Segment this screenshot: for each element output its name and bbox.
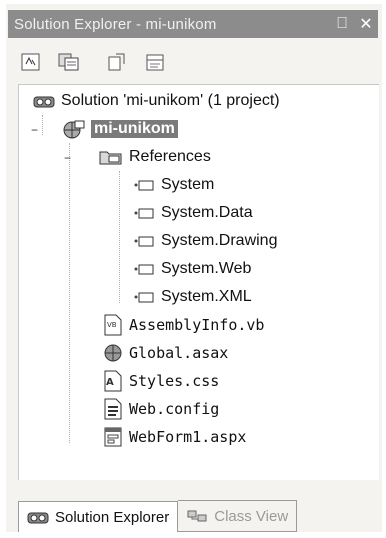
file-label: WebForm1.aspx [129, 428, 247, 446]
tree-item-references[interactable]: References [99, 145, 211, 169]
properties-icon [146, 54, 164, 71]
reference-label: System [161, 176, 215, 193]
collapse-icon[interactable]: − [64, 152, 74, 164]
tree-item-file[interactable]: Global.asax [103, 341, 228, 365]
tree-item-file[interactable]: VB AssemblyInfo.vb [103, 313, 264, 337]
svg-text:A: A [106, 377, 114, 388]
project-label: mi-unikom [91, 120, 178, 138]
tree-item-reference[interactable]: System.XML [133, 285, 252, 309]
vb-file-icon: VB [104, 314, 122, 336]
reference-icon [134, 236, 154, 247]
tree-item-reference[interactable]: System.Web [133, 257, 251, 281]
reference-label: System.XML [161, 288, 252, 305]
pin-icon[interactable]: ⎕ [330, 15, 354, 33]
tree-item-reference[interactable]: System.Data [133, 201, 253, 225]
tree-item-file[interactable]: WebForm1.aspx [103, 425, 246, 449]
view-code-button[interactable] [104, 50, 130, 74]
show-all-files-button[interactable] [56, 50, 82, 74]
tree-item-file[interactable]: A Styles.css [103, 369, 219, 393]
tab-label: Solution Explorer [55, 508, 170, 526]
tab-label: Class View [214, 507, 289, 525]
global-asax-icon [104, 344, 122, 362]
toolbar [18, 46, 168, 78]
tab-solution-explorer[interactable]: Solution Explorer [18, 501, 179, 532]
reference-icon [134, 292, 154, 303]
css-file-icon: A [104, 370, 122, 392]
web-project-icon [63, 120, 85, 139]
references-folder-icon [99, 151, 122, 165]
tree-line [69, 143, 70, 443]
properties-button[interactable] [142, 50, 168, 74]
file-label: Web.config [129, 400, 220, 418]
tree-item-reference[interactable]: System [133, 173, 214, 197]
reference-icon [134, 208, 154, 219]
tree-item-file[interactable]: Web.config [103, 397, 219, 421]
reference-label: System.Data [161, 204, 253, 221]
collapse-icon[interactable]: − [31, 124, 41, 136]
close-icon[interactable]: ✕ [354, 14, 378, 34]
config-file-icon [104, 398, 122, 420]
solution-icon [33, 96, 55, 108]
tree-item-solution[interactable]: Solution 'mi-unikom' (1 project) [33, 89, 280, 113]
file-label: Styles.css [129, 372, 220, 390]
refresh-icon [21, 53, 40, 71]
tab-class-view[interactable]: Class View [178, 500, 298, 532]
reference-icon [134, 264, 154, 275]
refresh-button[interactable] [18, 50, 44, 74]
tree-item-project[interactable]: mi-unikom [63, 117, 178, 141]
show-all-files-icon [58, 53, 79, 71]
solution-label: Solution 'mi-unikom' (1 project) [61, 92, 280, 109]
reference-label: System.Drawing [161, 232, 278, 249]
class-view-icon [187, 510, 207, 522]
window-title: Solution Explorer - mi-unikom [14, 15, 217, 33]
webform-file-icon [104, 427, 122, 447]
tree-item-reference[interactable]: System.Drawing [133, 229, 277, 253]
file-label: AssemblyInfo.vb [129, 316, 265, 334]
reference-label: System.Web [161, 260, 252, 277]
tree-line [42, 115, 43, 135]
file-label: Global.asax [129, 344, 229, 362]
references-label: References [129, 148, 211, 165]
reference-icon [134, 180, 154, 191]
solution-icon [27, 512, 49, 524]
title-bar: Solution Explorer - mi-unikom ⎕ ✕ [8, 10, 378, 38]
solution-tree: Solution 'mi-unikom' (1 project) − mi-un… [18, 84, 379, 480]
panel-tabs: Solution Explorer Class View [18, 500, 298, 532]
svg-text:VB: VB [107, 321, 117, 329]
view-code-icon [108, 53, 125, 71]
tree-line [119, 171, 120, 303]
